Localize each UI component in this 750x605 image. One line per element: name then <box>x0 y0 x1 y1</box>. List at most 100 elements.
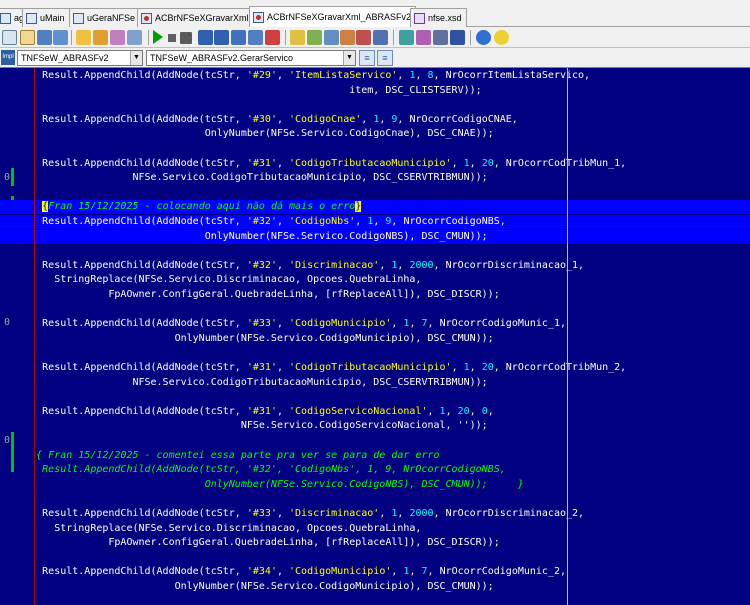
code-line[interactable] <box>0 142 750 156</box>
code-line[interactable] <box>0 303 750 317</box>
help-icon[interactable] <box>476 30 491 45</box>
component-icon[interactable] <box>340 30 355 45</box>
code-navigator-bar: Impl TNFSeW_ABRASFv2 ▼ TNFSeW_ABRASFv2.G… <box>0 48 750 68</box>
code-line[interactable] <box>0 551 750 565</box>
code-token: Result.AppendChild(AddNode(tcStr, <box>30 216 247 227</box>
code-token: , <box>397 259 410 271</box>
tab-acbrnfsexgravarxml[interactable]: ACBrNFSeXGravarXml <box>137 8 254 27</box>
code-line[interactable]: Result.AppendChild(AddNode(tcStr, '#32',… <box>0 215 750 229</box>
run-to-cursor-icon[interactable] <box>231 30 246 45</box>
code-line[interactable]: Result.AppendChild(AddNode(tcStr, '#31',… <box>0 361 750 375</box>
code-line[interactable]: OnlyNumber(NFSe.Servico.CodigoMunicipio)… <box>0 332 750 346</box>
code-line[interactable]: Result.AppendChild(AddNode(tcStr, '#32',… <box>0 463 750 477</box>
previous-method-icon[interactable]: ≡ <box>359 50 375 66</box>
trace-into-icon[interactable] <box>198 30 213 45</box>
xml-file-icon <box>414 12 425 24</box>
tab-ugeranfse[interactable]: uGeraNFSe <box>69 8 141 27</box>
code-line[interactable]: NFSe.Servico.CodigoTributacaoMunicipio, … <box>0 376 750 390</box>
run-dropdown-icon[interactable] <box>168 34 176 42</box>
run-icon[interactable] <box>153 30 163 44</box>
code-token: , NrOcorrCodTribMun_1, <box>493 157 627 169</box>
library-icon[interactable] <box>373 30 388 45</box>
code-string: '#31' <box>246 157 277 169</box>
project-manager-icon[interactable] <box>93 30 108 45</box>
chevron-down-icon[interactable]: ▼ <box>130 51 142 65</box>
view-form-icon[interactable] <box>324 30 339 45</box>
code-line[interactable] <box>0 390 750 404</box>
code-line[interactable]: OnlyNumber(NFSe.Servico.CodigoMunicipio)… <box>0 580 750 594</box>
tab-umain[interactable]: uMain <box>22 8 70 27</box>
code-editor[interactable]: Result.AppendChild(AddNode(tcStr, '#29',… <box>0 68 750 605</box>
code-token: FpAOwner.ConfigGeral.QuebradeLinha, [rfR… <box>30 289 500 300</box>
code-string: '#29' <box>246 70 277 81</box>
code-line[interactable] <box>0 186 750 200</box>
open-project-icon[interactable] <box>76 30 91 45</box>
code-line[interactable]: Result.AppendChild(AddNode(tcStr, '#30',… <box>0 113 750 127</box>
code-line[interactable]: Result.AppendChild(AddNode(tcStr, '#31',… <box>0 405 750 419</box>
code-line[interactable] <box>0 98 750 112</box>
breakpoint-icon[interactable] <box>265 30 280 45</box>
code-line[interactable]: StringReplace(NFSe.Servico.Discriminacao… <box>0 273 750 287</box>
database-icon[interactable] <box>416 30 431 45</box>
code-string: '#33' <box>246 318 277 330</box>
save-icon[interactable] <box>37 30 52 45</box>
code-token: Result.AppendChild(AddNode(tcStr, <box>30 508 247 519</box>
code-line[interactable]: Result.AppendChild(AddNode(tcStr, '#32',… <box>0 259 750 273</box>
tip-lightbulb-icon[interactable] <box>494 30 509 45</box>
stop-icon[interactable] <box>180 32 192 44</box>
code-line[interactable]: Result.AppendChild(AddNode(tcStr, '#31',… <box>0 157 750 171</box>
toggle-form-unit-icon[interactable] <box>290 30 305 45</box>
code-line[interactable]: item, DSC_CLISTSERV)); <box>0 84 750 98</box>
run-until-return-icon[interactable] <box>248 30 263 45</box>
class-combo[interactable]: TNFSeW_ABRASFv2 ▼ <box>17 50 143 66</box>
code-line[interactable] <box>0 492 750 506</box>
method-combo[interactable]: TNFSeW_ABRASFv2.GerarServico ▼ <box>146 50 356 66</box>
code-line[interactable] <box>0 346 750 360</box>
code-token: OnlyNumber(NFSe.Servico.CodigoCnae), DSC… <box>30 128 494 140</box>
settings-icon[interactable] <box>450 30 465 45</box>
code-line[interactable]: StringReplace(NFSe.Servico.Discriminacao… <box>0 522 750 536</box>
code-token: , <box>276 216 290 227</box>
package-icon[interactable] <box>356 30 371 45</box>
code-line[interactable]: {Fran 15/12/2025 - colocando aqui não dá… <box>0 200 750 215</box>
code-comment: Result.AppendChild(AddNode(tcStr, '#32',… <box>30 464 506 476</box>
code-line[interactable]: OnlyNumber(NFSe.Servico.CodigoCnae), DSC… <box>0 127 750 141</box>
step-over-icon[interactable] <box>214 30 229 45</box>
add-file-icon[interactable] <box>127 30 142 45</box>
new-file-icon[interactable] <box>2 30 17 45</box>
code-line[interactable]: FpAOwner.ConfigGeral.QuebradeLinha, [rfR… <box>0 288 750 302</box>
code-string: '#32' <box>246 216 277 227</box>
unit-file-icon <box>0 12 11 24</box>
code-line[interactable]: { Fran 15/12/2025 - comentei essa parte … <box>0 449 750 463</box>
save-all-icon[interactable] <box>53 30 68 45</box>
code-line[interactable]: Result.AppendChild(AddNode(tcStr, '#29',… <box>0 69 750 83</box>
code-line[interactable]: Result.AppendChild(AddNode(tcStr, '#34',… <box>0 565 750 579</box>
code-line[interactable]: Result.AppendChild(AddNode(tcStr, '#33',… <box>0 317 750 331</box>
tab-nfse-xsd[interactable]: nfse.xsd <box>410 8 467 27</box>
options-icon[interactable] <box>110 30 125 45</box>
open-folder-icon[interactable] <box>20 30 35 45</box>
code-line[interactable]: OnlyNumber(NFSe.Servico.CodigoNBS), DSC_… <box>0 229 750 244</box>
code-line[interactable] <box>0 244 750 258</box>
next-method-icon[interactable]: ≡ <box>377 50 393 66</box>
code-token: , <box>487 405 494 417</box>
code-line[interactable]: NFSe.Servico.CodigoTributacaoMunicipio, … <box>0 171 750 185</box>
code-token: Result.AppendChild(AddNode(tcStr, <box>30 566 247 578</box>
code-line[interactable] <box>0 434 750 448</box>
view-unit-icon[interactable] <box>307 30 322 45</box>
debug-windows-icon[interactable] <box>433 30 448 45</box>
code-string: 'ItemListaServico' <box>289 70 398 81</box>
code-line[interactable]: Result.AppendChild(AddNode(tcStr, '#33',… <box>0 507 750 521</box>
tools-icon[interactable] <box>399 30 414 45</box>
code-string: 'CodigoTributacaoMunicipio' <box>289 157 452 169</box>
code-token: Result.AppendChild(AddNode(tcStr, <box>30 113 247 125</box>
tab-acbrnfsexgravarxml-abrasfv2[interactable]: ACBrNFSeXGravarXml_ABRASFv2 <box>249 6 417 27</box>
code-string: '#31' <box>246 405 277 417</box>
code-line[interactable]: NFSe.Servico.CodigoServicoNacional, ''))… <box>0 419 750 433</box>
code-token: StringReplace(NFSe.Servico.Discriminacao… <box>30 522 422 534</box>
chevron-down-icon[interactable]: ▼ <box>343 51 355 65</box>
pascal-file-icon <box>253 11 264 23</box>
code-number: 2000 <box>409 508 434 519</box>
code-line[interactable]: OnlyNumber(NFSe.Servico.CodigoNBS), DSC_… <box>0 478 750 492</box>
code-line[interactable]: FpAOwner.ConfigGeral.QuebradeLinha, [rfR… <box>0 536 750 550</box>
